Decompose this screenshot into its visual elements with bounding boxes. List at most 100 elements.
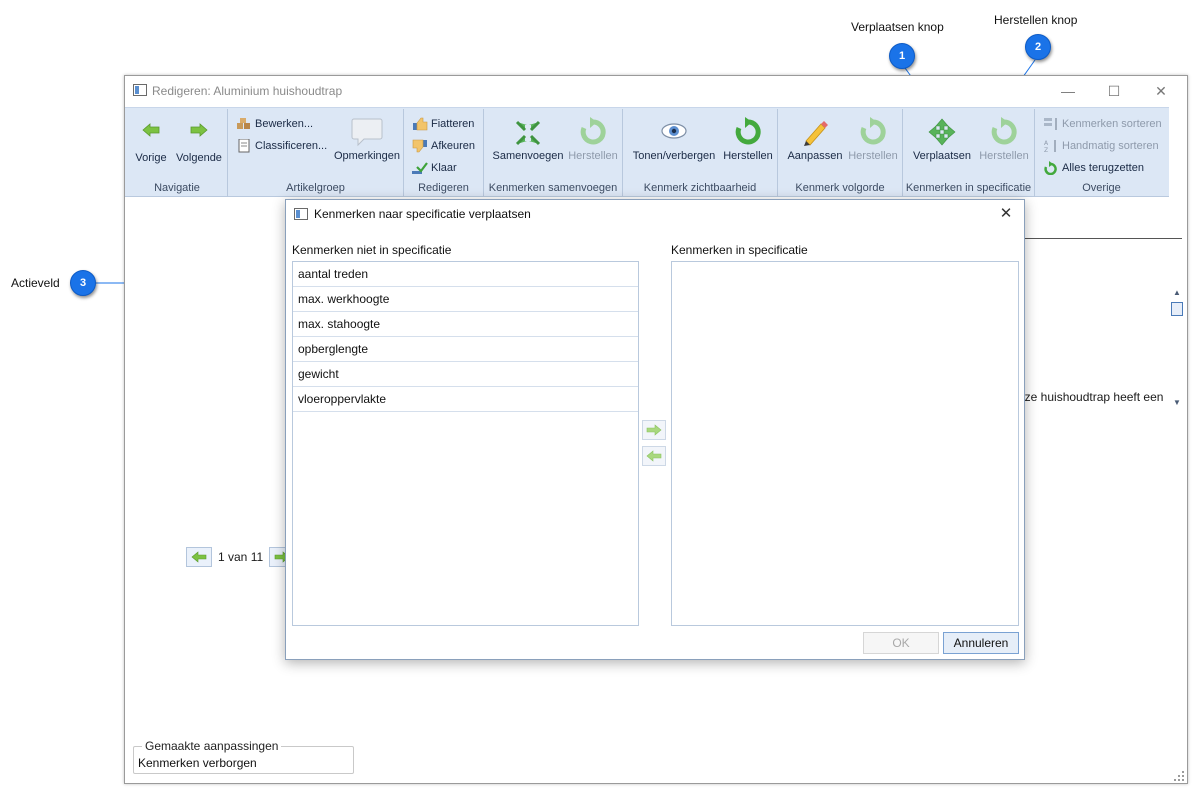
verplaatsen-button[interactable]: Verplaatsen bbox=[909, 117, 975, 162]
vorige-button[interactable]: Vorige bbox=[133, 123, 169, 164]
thumbs-down-icon bbox=[412, 139, 427, 153]
bewerken-button[interactable]: Bewerken... bbox=[236, 117, 313, 131]
pager: 1 van 11 bbox=[186, 547, 296, 567]
minimize-button[interactable]: — bbox=[1053, 80, 1083, 102]
pager-text: 1 van 11 bbox=[218, 550, 264, 564]
checkmark-icon bbox=[412, 162, 428, 174]
list-item[interactable]: max. stahoogte bbox=[293, 312, 638, 337]
arrow-right-icon bbox=[646, 424, 662, 436]
zichtbaarheid-group-label: Kenmerk zichtbaarheid bbox=[643, 182, 757, 194]
right-listbox[interactable] bbox=[671, 261, 1019, 626]
ribbon-group-zichtbaarheid: Tonen/verbergen Herstellen Kenmerk zicht… bbox=[623, 109, 778, 197]
ribbon-group-samenvoegen: Samenvoegen Herstellen Kenmerken samenvo… bbox=[484, 109, 623, 197]
afkeuren-button[interactable]: Afkeuren bbox=[412, 139, 475, 153]
specificatie-group-label: Kenmerken in specificatie bbox=[905, 182, 1032, 194]
right-list-label: Kenmerken in specificatie bbox=[671, 243, 808, 257]
classificeren-button[interactable]: Classificeren... bbox=[236, 139, 327, 153]
content-divider bbox=[1024, 238, 1182, 239]
undo-arrow-icon bbox=[580, 117, 606, 145]
undo-arrow-icon bbox=[1044, 161, 1057, 175]
callout-badge-1: 1 bbox=[889, 43, 915, 69]
changes-group: Gemaakte aanpassingen Kenmerken verborge… bbox=[133, 739, 354, 774]
thumbs-up-icon bbox=[413, 117, 428, 131]
undo-arrow-icon bbox=[735, 117, 761, 145]
resize-grip-icon[interactable] bbox=[1173, 770, 1185, 782]
vorige-label: Vorige bbox=[135, 152, 167, 164]
scroll-up-arrow[interactable]: ▲ bbox=[1171, 288, 1183, 298]
fiatteren-button[interactable]: Fiatteren bbox=[412, 117, 474, 131]
handmatig-sorteren-button[interactable]: AZ Handmatig sorteren bbox=[1043, 139, 1159, 153]
zichtbaarheid-herstellen-button[interactable]: Herstellen bbox=[721, 117, 775, 162]
callout-badge-2: 2 bbox=[1025, 34, 1051, 60]
boxes-icon bbox=[237, 118, 250, 129]
verplaatsen-label: Verplaatsen bbox=[912, 150, 972, 162]
aanpassen-label: Aanpassen bbox=[787, 150, 843, 162]
ok-button[interactable]: OK bbox=[863, 632, 939, 654]
samenvoegen-button[interactable]: Samenvoegen bbox=[492, 117, 564, 162]
ribbon: Vorige Volgende Navigatie Bewerken... Cl… bbox=[125, 107, 1169, 197]
window-title: Redigeren: Aluminium huishoudtrap bbox=[152, 84, 343, 98]
opmerkingen-button[interactable]: Opmerkingen bbox=[332, 117, 402, 162]
callout-label-3: Actieveld bbox=[11, 276, 60, 290]
merge-arrows-icon bbox=[515, 120, 541, 146]
tonen-verbergen-button[interactable]: Tonen/verbergen bbox=[629, 117, 719, 162]
aanpassen-button[interactable]: Aanpassen bbox=[784, 117, 846, 162]
handmatig-sorteren-label: Handmatig sorteren bbox=[1062, 140, 1159, 152]
maximize-button[interactable]: ☐ bbox=[1099, 80, 1129, 102]
samenvoegen-herstellen-button[interactable]: Herstellen bbox=[566, 117, 620, 162]
left-list-label: Kenmerken niet in specificatie bbox=[292, 243, 452, 257]
dialog-title: Kenmerken naar specificatie verplaatsen bbox=[314, 207, 531, 221]
sort-az-icon: AZ bbox=[1044, 140, 1056, 153]
scroll-down-arrow[interactable]: ▼ bbox=[1171, 398, 1183, 408]
fiatteren-label: Fiatteren bbox=[431, 118, 475, 130]
cancel-button[interactable]: Annuleren bbox=[943, 632, 1019, 654]
close-button[interactable]: ✕ bbox=[1146, 80, 1176, 102]
pager-prev-button[interactable] bbox=[186, 547, 212, 567]
left-listbox[interactable]: aantal treden max. werkhoogte max. staho… bbox=[292, 261, 639, 626]
volgorde-herstellen-button[interactable]: Herstellen bbox=[846, 117, 900, 162]
ribbon-group-specificatie: Verplaatsen Herstellen Kenmerken in spec… bbox=[903, 109, 1035, 197]
opmerkingen-label: Opmerkingen bbox=[333, 150, 401, 162]
alles-terugzetten-label: Alles terugzetten bbox=[1062, 162, 1144, 174]
list-item[interactable]: aantal treden bbox=[293, 262, 638, 287]
alles-terugzetten-button[interactable]: Alles terugzetten bbox=[1043, 161, 1144, 175]
eye-icon bbox=[661, 123, 687, 139]
move-right-button[interactable] bbox=[642, 420, 666, 440]
list-item[interactable]: vloeroppervlakte bbox=[293, 387, 638, 412]
kenmerken-sorteren-button[interactable]: Kenmerken sorteren bbox=[1043, 117, 1162, 131]
undo-arrow-icon bbox=[991, 117, 1017, 145]
window-titlebar[interactable]: Redigeren: Aluminium huishoudtrap — ☐ ✕ bbox=[125, 76, 1187, 106]
specificatie-herstellen-button[interactable]: Herstellen bbox=[977, 117, 1031, 162]
arrow-left-icon bbox=[142, 123, 160, 137]
callout-label-1: Verplaatsen knop bbox=[851, 20, 944, 34]
scroll-thumb[interactable] bbox=[1171, 302, 1183, 316]
navigatie-group-label: Navigatie bbox=[154, 182, 200, 194]
arrow-right-icon bbox=[190, 123, 208, 137]
overige-group-label: Overige bbox=[1082, 182, 1121, 194]
move-to-specification-dialog: Kenmerken naar specificatie verplaatsen … bbox=[285, 199, 1025, 660]
changes-legend: Gemaakte aanpassingen bbox=[142, 739, 282, 753]
bewerken-label: Bewerken... bbox=[255, 118, 314, 130]
ribbon-group-redigeren: Fiatteren Afkeuren Klaar Redigeren bbox=[404, 109, 484, 197]
samenvoegen-group-label: Kenmerken samenvoegen bbox=[488, 182, 618, 194]
volgende-button[interactable]: Volgende bbox=[175, 123, 223, 164]
callout-badge-3: 3 bbox=[70, 270, 96, 296]
list-item[interactable]: gewicht bbox=[293, 362, 638, 387]
sort-list-icon bbox=[1044, 118, 1057, 130]
volgorde-herstellen-label: Herstellen bbox=[848, 150, 898, 162]
list-item[interactable]: max. werkhoogte bbox=[293, 287, 638, 312]
classificeren-label: Classificeren... bbox=[255, 140, 328, 152]
list-item[interactable]: opberglengte bbox=[293, 337, 638, 362]
move-arrows-icon bbox=[928, 118, 956, 146]
artikelgroep-group-label: Artikelgroep bbox=[286, 182, 345, 194]
window-app-icon bbox=[133, 84, 147, 96]
dialog-close-button[interactable]: ✕ bbox=[996, 205, 1016, 223]
volgorde-group-label: Kenmerk volgorde bbox=[795, 182, 885, 194]
samenvoegen-label: Samenvoegen bbox=[492, 150, 564, 162]
afkeuren-label: Afkeuren bbox=[431, 140, 476, 152]
move-left-button[interactable] bbox=[642, 446, 666, 466]
pencil-icon bbox=[804, 121, 828, 146]
ribbon-group-navigatie: Vorige Volgende Navigatie bbox=[127, 109, 228, 197]
klaar-button[interactable]: Klaar bbox=[412, 161, 457, 175]
kenmerken-sorteren-label: Kenmerken sorteren bbox=[1062, 118, 1162, 130]
